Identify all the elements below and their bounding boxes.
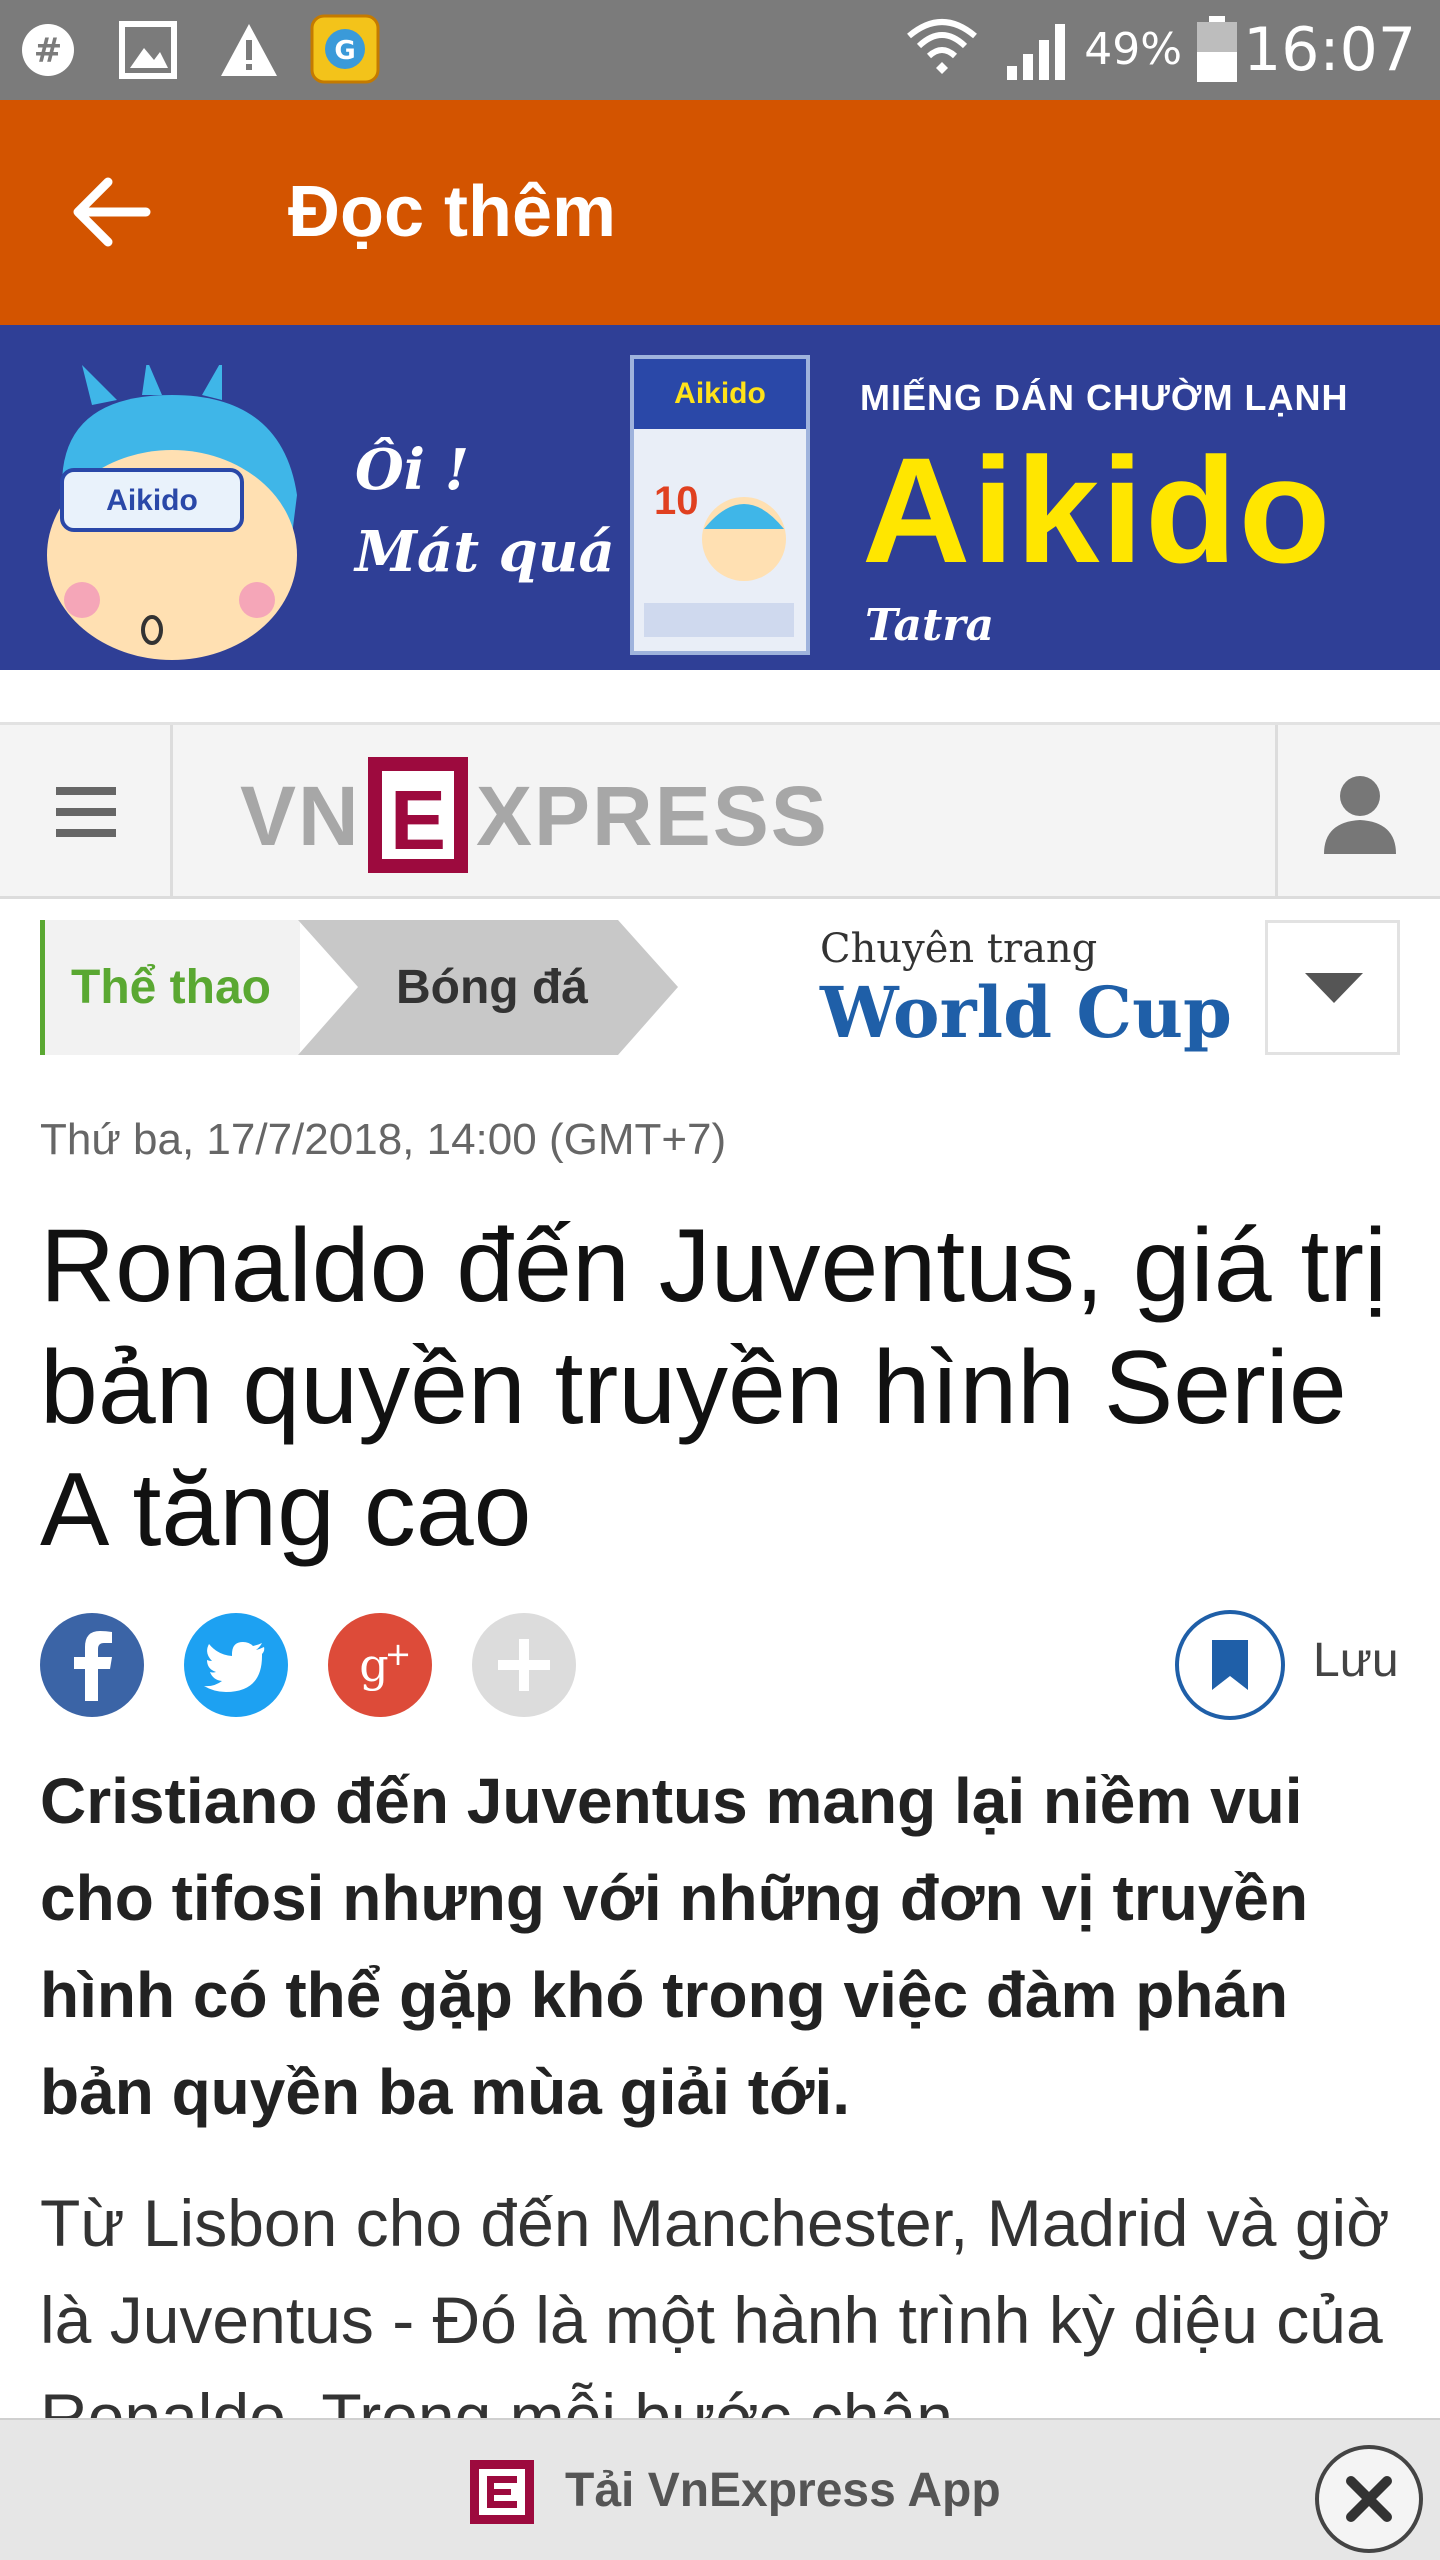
logo-xpress: XPRESS bbox=[476, 769, 829, 863]
ad-banner[interactable]: Aikido Ôi ! Mát quá Aikido 10 MIẾNG DÁN … bbox=[0, 325, 1440, 670]
facebook-share-button[interactable] bbox=[40, 1613, 144, 1717]
logo-vn: VN bbox=[240, 769, 361, 863]
chevron-down-icon bbox=[1305, 973, 1363, 1003]
status-bar: # G 49% 16:07 bbox=[0, 0, 1440, 100]
ad-slogan-line2: Mát quá bbox=[355, 519, 615, 585]
logo-e: E bbox=[390, 773, 446, 867]
bookmark-icon bbox=[1212, 1640, 1248, 1690]
vnexpress-app-icon bbox=[470, 2460, 534, 2524]
close-button[interactable] bbox=[1315, 2445, 1423, 2553]
article-body: Từ Lisbon cho đến Manchester, Madrid và … bbox=[40, 2186, 1390, 2425]
wifi-icon bbox=[907, 19, 977, 74]
facebook-icon bbox=[74, 1631, 112, 1701]
close-icon bbox=[1346, 2476, 1392, 2522]
hamburger-menu-icon[interactable] bbox=[0, 725, 173, 899]
app-download-banner[interactable]: Tải VnExpress App bbox=[0, 2418, 1440, 2560]
game-app-icon: G bbox=[310, 14, 380, 84]
user-account-icon[interactable] bbox=[1275, 725, 1440, 899]
breadcrumb-subsection-label: Bóng đá bbox=[396, 961, 588, 1014]
clock: 16:07 bbox=[1243, 15, 1416, 85]
app-bar: Đọc thêm bbox=[0, 100, 1440, 325]
article-headline: Ronaldo đến Juventus, giá trị bản quyền … bbox=[40, 1208, 1388, 1568]
ad-maker: Tatra bbox=[865, 600, 995, 651]
world-cup-link[interactable]: Chuyên trang World Cup bbox=[820, 925, 1240, 1053]
google-plus-icon: g + bbox=[359, 1635, 412, 1692]
ad-slogan-line1: Ôi ! bbox=[355, 437, 470, 503]
save-button[interactable] bbox=[1175, 1610, 1285, 1720]
pack-strip bbox=[644, 603, 794, 637]
ad-slogan: Ôi ! Mát quá bbox=[355, 435, 615, 587]
signal-icon bbox=[1007, 24, 1065, 80]
ad-brand: Aikido bbox=[862, 426, 1333, 594]
ad-subtitle: MIẾNG DÁN CHƯỜM LẠNH bbox=[860, 377, 1349, 418]
pack-label: Aikido bbox=[634, 359, 806, 429]
gear-icon: # bbox=[22, 24, 74, 76]
google-plus-share-button[interactable]: g + bbox=[328, 1613, 432, 1717]
svg-text:G: G bbox=[334, 36, 355, 66]
more-share-button[interactable] bbox=[472, 1613, 576, 1717]
more-share-icon bbox=[498, 1639, 550, 1691]
article-date: Thứ ba, 17/7/2018, 14:00 (GMT+7) bbox=[40, 1115, 727, 1164]
breadcrumb-section[interactable]: Thể thao bbox=[40, 920, 300, 1055]
site-header: VN E XPRESS bbox=[0, 722, 1440, 899]
breadcrumb: Thể thao Bóng đá bbox=[40, 920, 680, 1055]
article-lead: Cristiano đến Juventus mang lại niềm vui… bbox=[40, 1765, 1309, 2128]
battery-percent: 49% bbox=[1084, 24, 1182, 75]
vnexpress-logo[interactable]: VN E XPRESS bbox=[240, 757, 840, 873]
mascot-face-image: Aikido bbox=[47, 365, 297, 660]
battery-icon bbox=[1197, 16, 1237, 82]
svg-text:+: + bbox=[385, 1635, 412, 1673]
pack-face-icon bbox=[702, 497, 786, 581]
mascot-badge-text: Aikido bbox=[106, 484, 198, 517]
back-arrow-icon[interactable] bbox=[72, 176, 152, 248]
product-pack-image: Aikido 10 bbox=[630, 355, 810, 655]
twitter-icon bbox=[204, 1642, 265, 1692]
dropdown-button[interactable] bbox=[1265, 920, 1400, 1055]
svg-text:#: # bbox=[34, 31, 63, 71]
app-banner-label: Tải VnExpress App bbox=[565, 2464, 1001, 2517]
save-label[interactable]: Lưu bbox=[1313, 1633, 1399, 1688]
world-cup-line1: Chuyên trang bbox=[820, 926, 1098, 972]
world-cup-line2: World Cup bbox=[820, 971, 1232, 1054]
app-bar-title: Đọc thêm bbox=[288, 172, 617, 252]
breadcrumb-subsection[interactable]: Bóng đá bbox=[298, 920, 678, 1055]
twitter-share-button[interactable] bbox=[184, 1613, 288, 1717]
warning-icon bbox=[221, 24, 277, 76]
image-icon bbox=[119, 21, 177, 79]
